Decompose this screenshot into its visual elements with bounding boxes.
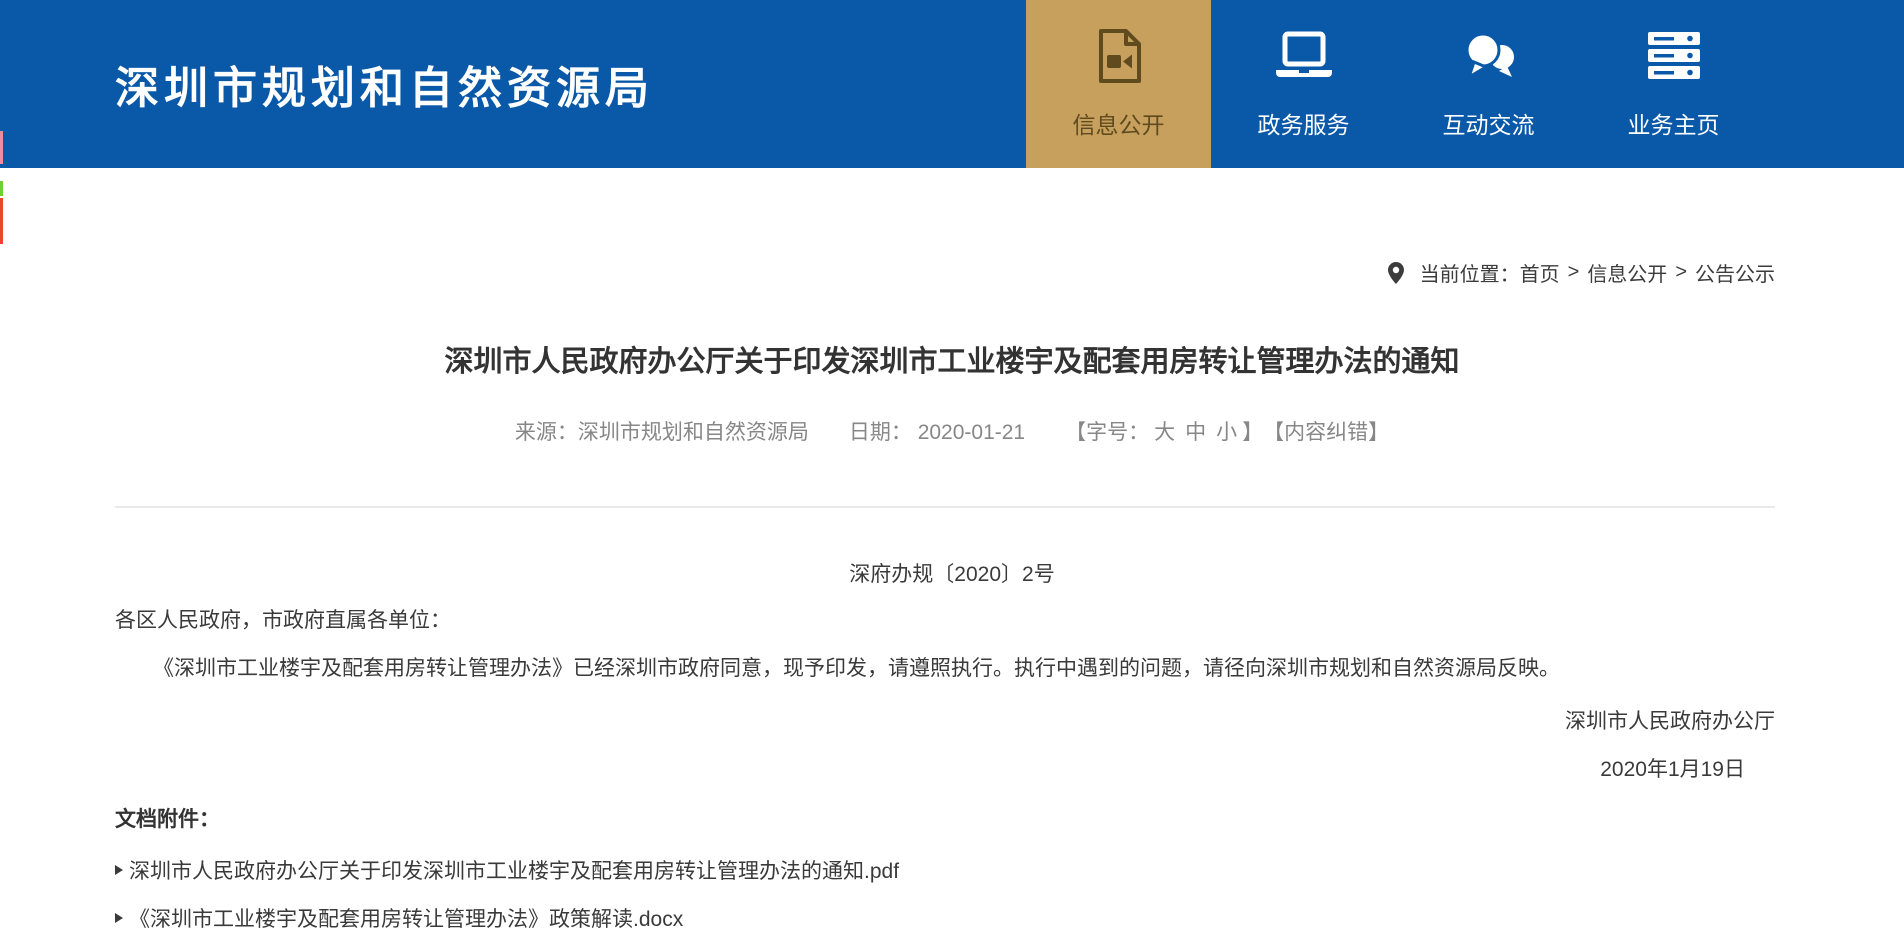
breadcrumb-link-announcements[interactable]: 公告公示 [1695,258,1775,287]
breadcrumb-separator: > [1568,261,1580,284]
attachments-heading: 文档附件： [115,803,220,833]
attachment-filename: 深圳市人民政府办公厅关于印发深圳市工业楼宇及配套用房转让管理办法的通知.pdf [129,855,899,885]
article-date: 日期： 2020-01-21 [849,416,1025,446]
nav-tab-interaction[interactable]: 互动交流 [1396,0,1581,168]
breadcrumb: 当前位置： 首页 > 信息公开 > 公告公示 [1388,258,1775,287]
body-paragraph: 《深圳市工业楼宇及配套用房转让管理办法》已经深圳市政府同意，现予印发，请遵照执行… [115,655,1775,683]
main-nav: 信息公开 政务服务 [1026,0,1766,168]
breadcrumb-link-home[interactable]: 首页 [1520,258,1560,287]
breadcrumb-label: 当前位置： [1420,258,1520,287]
laptop-icon [1273,28,1335,84]
attachment-arrow-icon [115,913,123,923]
attachment-link-docx[interactable]: 《深圳市工业楼宇及配套用房转让管理办法》政策解读.docx [115,903,1775,933]
location-pin-icon [1388,262,1404,284]
attachment-arrow-icon [115,865,123,875]
nav-tab-label: 信息公开 [1073,106,1165,140]
font-size-large-button[interactable]: 大 [1154,416,1175,446]
site-title[interactable]: 深圳市规划和自然资源局 [115,0,654,168]
site-header: 深圳市规划和自然资源局 信息公开 [0,0,1904,168]
server-stack-icon [1646,28,1702,84]
signature-date: 2020年1月19日 [1600,753,1745,783]
attachment-link-pdf[interactable]: 深圳市人民政府办公厅关于印发深圳市工业楼宇及配套用房转让管理办法的通知.pdf [115,855,1775,885]
document-number: 深府办规〔2020〕2号 [0,558,1904,588]
content-divider [115,506,1775,508]
edge-widget-strip-pink [0,131,3,164]
font-size-medium-button[interactable]: 中 [1185,416,1206,446]
document-video-icon [1095,28,1143,84]
nav-tab-label: 政务服务 [1258,106,1350,140]
edge-widget-strip-green [0,181,3,196]
font-size-small-button[interactable]: 小 [1216,416,1237,446]
nav-tab-label: 互动交流 [1443,106,1535,140]
nav-tab-business-home[interactable]: 业务主页 [1581,0,1766,168]
content-correction-button[interactable]: 【内容纠错】 [1263,416,1389,446]
signature-issuer: 深圳市人民政府办公厅 [1565,705,1775,735]
article-source: 来源：深圳市规划和自然资源局 [515,416,809,446]
nav-tab-label: 业务主页 [1628,106,1720,140]
article-meta: 来源：深圳市规划和自然资源局 日期： 2020-01-21 【字号： 大 中 小… [0,416,1904,446]
edge-widget-strip-red [0,198,3,244]
attachment-filename: 《深圳市工业楼宇及配套用房转让管理办法》政策解读.docx [129,903,683,933]
fontsize-prefix: 【字号： [1065,416,1149,446]
body-paragraph: 各区人民政府，市政府直属各单位： [115,607,1775,635]
article-title: 深圳市人民政府办公厅关于印发深圳市工业楼宇及配套用房转让管理办法的通知 [0,338,1904,380]
breadcrumb-separator: > [1675,261,1687,284]
chat-bubbles-icon [1459,28,1519,84]
breadcrumb-link-information[interactable]: 信息公开 [1587,258,1667,287]
fontsize-suffix: 】 [1242,416,1263,446]
nav-tab-government-services[interactable]: 政务服务 [1211,0,1396,168]
nav-tab-information-disclosure[interactable]: 信息公开 [1026,0,1211,168]
